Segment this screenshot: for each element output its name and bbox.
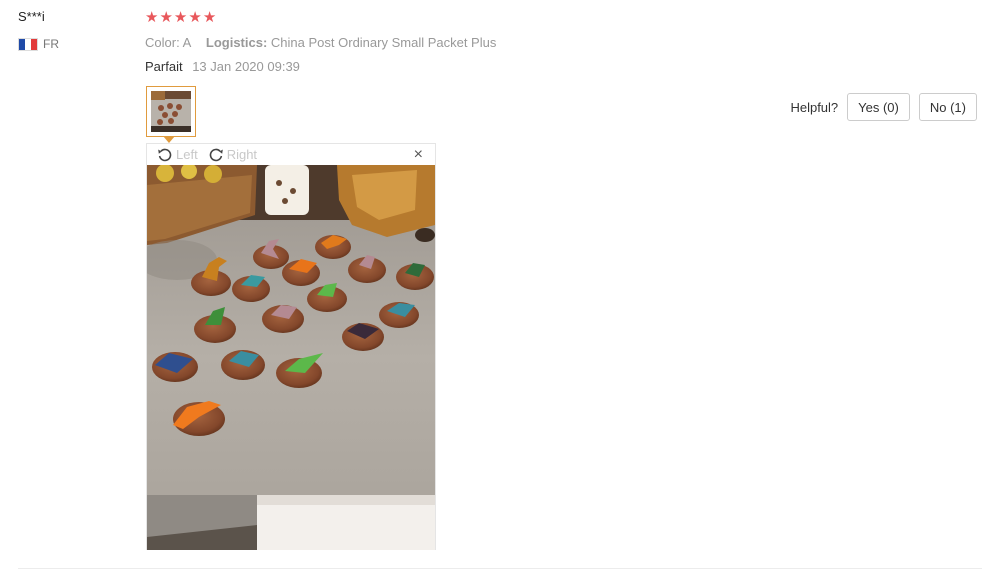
country-code: FR xyxy=(43,37,59,51)
star-icon: ★ xyxy=(159,9,173,26)
review-photo-image xyxy=(147,165,435,550)
rotate-right-button[interactable]: Right xyxy=(208,147,257,163)
rotate-left-button[interactable]: Left xyxy=(157,147,198,163)
helpful-vote: Helpful? Yes (0) No (1) xyxy=(790,93,977,121)
review-photo-thumbnail[interactable] xyxy=(146,86,196,137)
star-rating: ★ ★ ★ ★ ★ xyxy=(145,8,216,28)
thumbnail-active-caret xyxy=(163,136,175,143)
star-icon: ★ xyxy=(202,9,217,26)
flag-france-icon xyxy=(18,37,38,51)
review-date: 13 Jan 2020 09:39 xyxy=(192,59,300,74)
logistics-label: Logistics: xyxy=(205,35,268,50)
helpful-label: Helpful? xyxy=(790,99,839,115)
photo-viewer: Left Right × xyxy=(146,143,436,550)
thumbnail-image xyxy=(151,91,191,132)
order-details: Color: A Logistics: China Post Ordinary … xyxy=(145,35,507,50)
rotate-left-icon xyxy=(158,148,172,161)
star-icon: ★ xyxy=(145,9,159,26)
color-label: Color: xyxy=(145,35,180,50)
review-text: Parfait xyxy=(145,59,183,74)
color-value: A xyxy=(182,35,192,50)
review-divider xyxy=(18,568,982,569)
close-icon: × xyxy=(413,146,423,163)
reviewer-name: S***i xyxy=(18,9,45,24)
helpful-yes-button[interactable]: Yes (0) xyxy=(847,93,910,121)
close-viewer-button[interactable]: × xyxy=(414,146,423,164)
logistics-value: China Post Ordinary Small Packet Plus xyxy=(270,35,497,50)
star-icon: ★ xyxy=(188,9,202,26)
review-photo xyxy=(147,165,435,550)
rotate-left-label: Left xyxy=(176,147,198,162)
helpful-no-button[interactable]: No (1) xyxy=(918,93,977,121)
viewer-toolbar: Left Right × xyxy=(147,144,435,165)
reviewer-country: FR xyxy=(18,37,59,51)
rotate-right-label: Right xyxy=(226,147,258,162)
star-icon: ★ xyxy=(173,9,188,26)
rotate-right-icon xyxy=(209,148,223,161)
review-body: Parfait 13 Jan 2020 09:39 xyxy=(145,59,300,74)
